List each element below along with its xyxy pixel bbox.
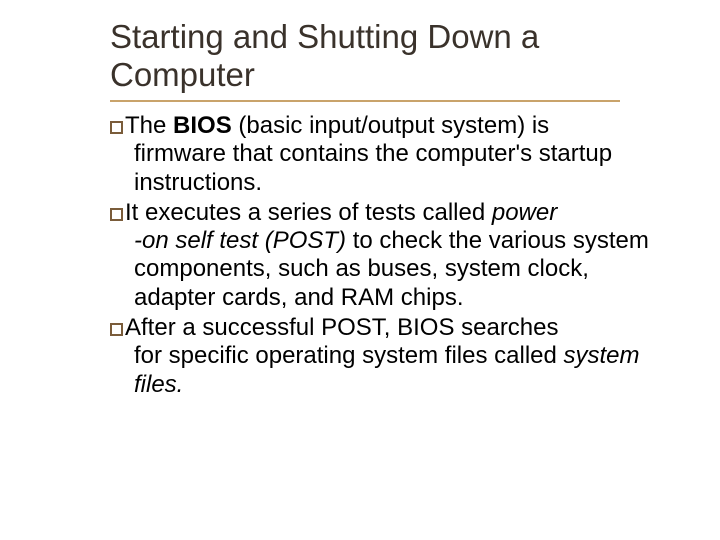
bullet-marker-icon xyxy=(110,323,123,336)
title-underline xyxy=(110,100,620,102)
bullet-1-cont: firmware that contains the computer's st… xyxy=(110,140,660,197)
bullet-2-cont: -on self test (POST) to check the variou… xyxy=(110,227,660,312)
bullet-1: The BIOS (basic input/output system) is … xyxy=(110,112,660,197)
bullet-1-pre: The xyxy=(125,112,173,139)
bullet-1-bold: BIOS xyxy=(173,112,232,139)
slide: Starting and Shutting Down a Computer Th… xyxy=(0,0,720,421)
bullet-1-mid: (basic input/output system) is xyxy=(232,112,549,139)
bullet-3: After a successful POST, BIOS searches f… xyxy=(110,314,660,399)
bullet-2-italic1: power xyxy=(492,199,557,226)
bullet-3-pre: After a successful POST, BIOS searches xyxy=(125,314,559,341)
bullet-2-pre: It executes a series of tests called xyxy=(125,199,492,226)
bullet-2-italic2: -on self test (POST) xyxy=(134,227,353,254)
bullet-marker-icon xyxy=(110,121,123,134)
bullet-2: It executes a series of tests called pow… xyxy=(110,199,660,312)
slide-body: The BIOS (basic input/output system) is … xyxy=(110,112,660,399)
bullet-3-cont: for specific operating system files call… xyxy=(110,342,660,399)
slide-title: Starting and Shutting Down a Computer xyxy=(110,18,660,94)
bullet-marker-icon xyxy=(110,208,123,221)
bullet-3-cont-pre: for specific operating system files call… xyxy=(134,342,564,369)
